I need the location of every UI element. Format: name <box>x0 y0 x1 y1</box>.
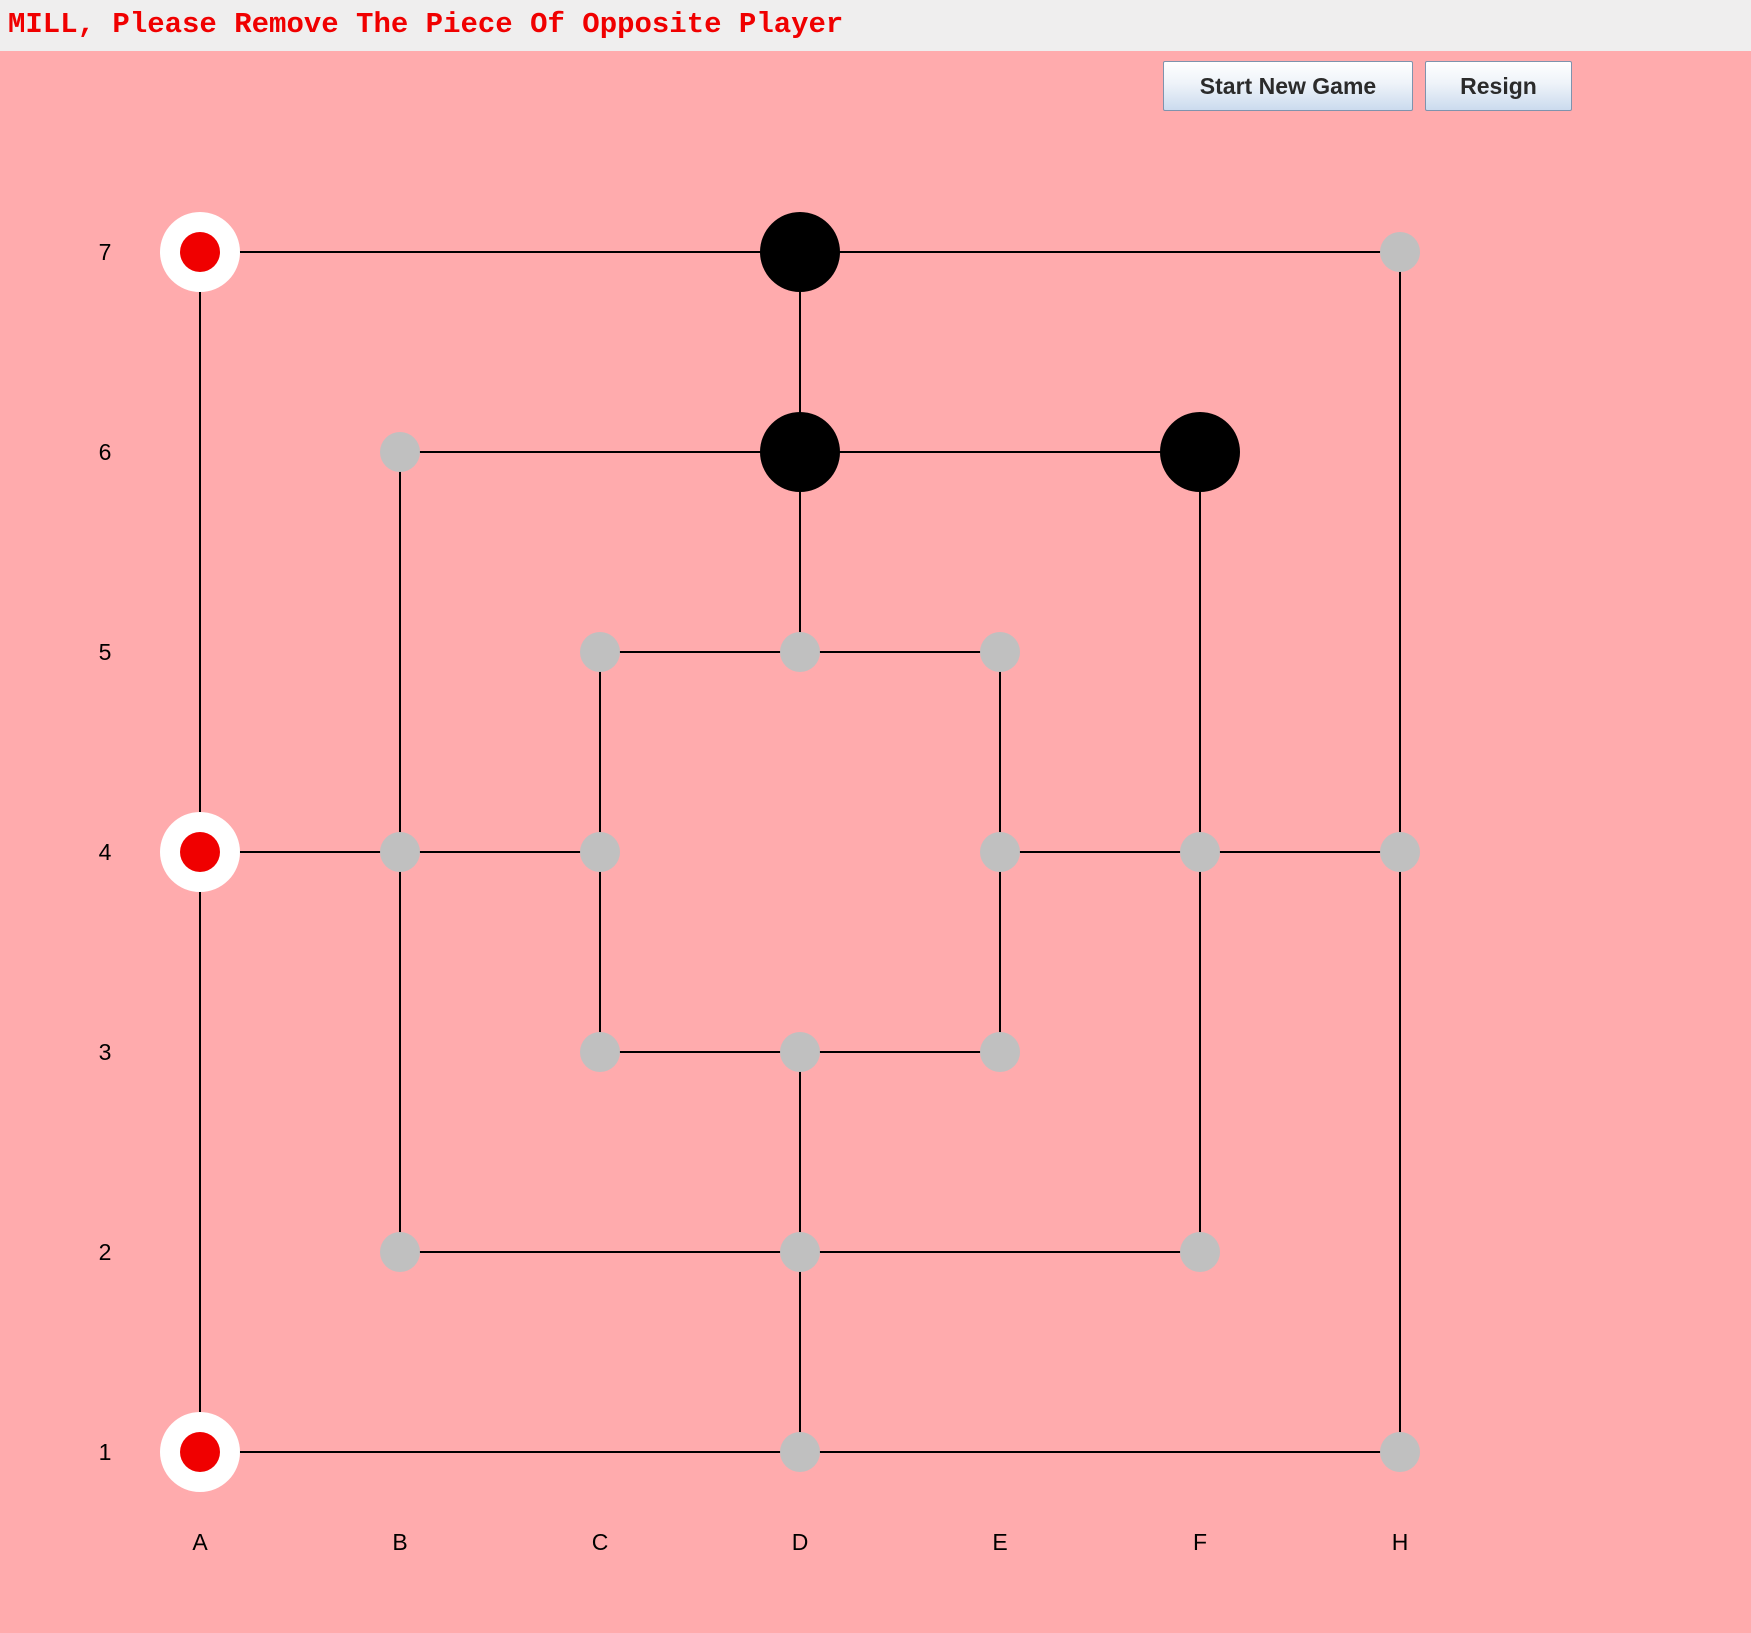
empty-point <box>580 632 620 672</box>
board-point-e4[interactable] <box>980 832 1020 872</box>
empty-point <box>780 632 820 672</box>
black-piece <box>760 412 840 492</box>
game-window: MILL, Please Remove The Piece Of Opposit… <box>0 0 1751 1633</box>
red-piece <box>180 832 220 872</box>
column-label-e: E <box>992 1529 1007 1555</box>
row-label-7: 7 <box>99 239 112 265</box>
board-point-c5[interactable] <box>580 632 620 672</box>
empty-point <box>580 1032 620 1072</box>
board-point-h7[interactable] <box>1380 232 1420 272</box>
row-label-4: 4 <box>99 839 112 865</box>
empty-point <box>780 1432 820 1472</box>
board-point-f4[interactable] <box>1180 832 1220 872</box>
row-label-2: 2 <box>99 1239 112 1265</box>
board-point-f6[interactable] <box>1160 412 1240 492</box>
board-point-b2[interactable] <box>380 1232 420 1272</box>
empty-point <box>1380 232 1420 272</box>
row-label-3: 3 <box>99 1039 112 1065</box>
empty-point <box>780 1232 820 1272</box>
board-point-b6[interactable] <box>380 432 420 472</box>
black-piece <box>760 212 840 292</box>
black-piece <box>1160 412 1240 492</box>
board-point-c4[interactable] <box>580 832 620 872</box>
board-point-h4[interactable] <box>1380 832 1420 872</box>
empty-point <box>380 432 420 472</box>
empty-point <box>580 832 620 872</box>
board-point-b4[interactable] <box>380 832 420 872</box>
board-point-e5[interactable] <box>980 632 1020 672</box>
board-point-h1[interactable] <box>1380 1432 1420 1472</box>
column-label-c: C <box>592 1529 609 1555</box>
empty-point <box>1380 1432 1420 1472</box>
board-point-a7[interactable] <box>160 212 240 292</box>
board-point-d6[interactable] <box>760 412 840 492</box>
column-label-d: D <box>792 1529 809 1555</box>
empty-point <box>980 632 1020 672</box>
empty-point <box>380 832 420 872</box>
empty-point <box>780 1032 820 1072</box>
red-piece <box>180 1432 220 1472</box>
board-point-a1[interactable] <box>160 1412 240 1492</box>
empty-point <box>1180 832 1220 872</box>
board-point-d1[interactable] <box>780 1432 820 1472</box>
mill-board[interactable]: 7 6 5 4 3 2 1 A B C D E F H <box>0 0 1751 1633</box>
empty-point <box>1380 832 1420 872</box>
board-point-f2[interactable] <box>1180 1232 1220 1272</box>
empty-point <box>1180 1232 1220 1272</box>
row-label-1: 1 <box>99 1439 112 1465</box>
column-label-f: F <box>1193 1529 1207 1555</box>
empty-point <box>980 832 1020 872</box>
empty-point <box>380 1232 420 1272</box>
row-label-5: 5 <box>99 639 112 665</box>
column-label-h: H <box>1392 1529 1409 1555</box>
board-point-d3[interactable] <box>780 1032 820 1072</box>
row-label-6: 6 <box>99 439 112 465</box>
board-point-d5[interactable] <box>780 632 820 672</box>
red-piece <box>180 232 220 272</box>
column-label-a: A <box>192 1529 208 1555</box>
board-point-a4[interactable] <box>160 812 240 892</box>
column-label-b: B <box>392 1529 407 1555</box>
board-point-e3[interactable] <box>980 1032 1020 1072</box>
board-point-c3[interactable] <box>580 1032 620 1072</box>
empty-point <box>980 1032 1020 1072</box>
board-point-d2[interactable] <box>780 1232 820 1272</box>
board-point-d7[interactable] <box>760 212 840 292</box>
